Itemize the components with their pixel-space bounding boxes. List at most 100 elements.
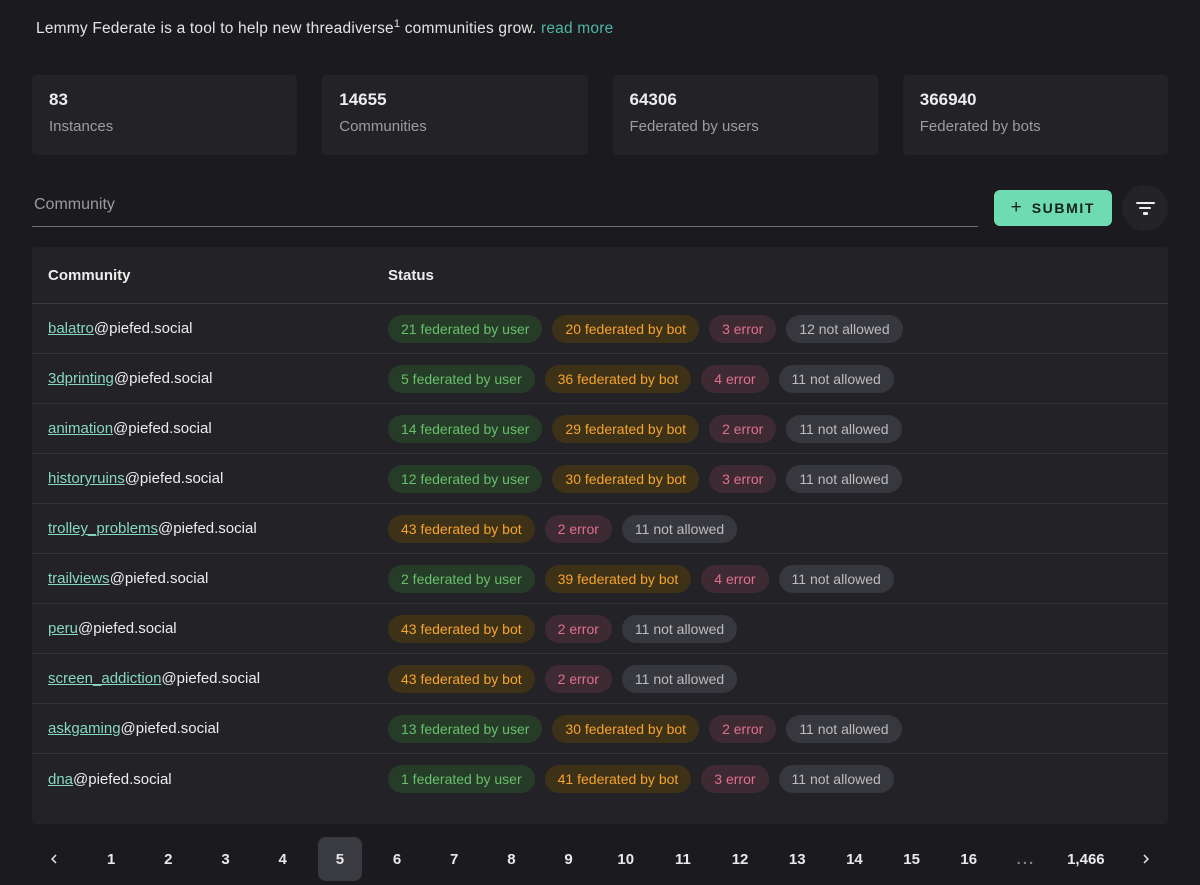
page-button[interactable]: 16: [947, 837, 991, 881]
status-badges: 14 federated by user29 federated by bot2…: [388, 415, 1152, 443]
table-row: screen_addiction@piefed.social43 federat…: [32, 654, 1168, 704]
status-badge-na: 11 not allowed: [779, 365, 894, 393]
status-badge-error: 3 error: [701, 765, 768, 793]
community-cell: historyruins@piefed.social: [48, 470, 388, 487]
status-badge-na: 11 not allowed: [622, 665, 737, 693]
community-cell: dna@piefed.social: [48, 771, 388, 788]
community-domain: @piefed.social: [121, 720, 220, 737]
community-search-input[interactable]: [32, 190, 978, 227]
status-badge-bot: 43 federated by bot: [388, 615, 535, 643]
community-cell: 3dprinting@piefed.social: [48, 370, 388, 387]
table-row: peru@piefed.social43 federated by bot 2 e…: [32, 604, 1168, 654]
intro-after: communities grow.: [400, 20, 541, 37]
stat-label: Communities: [339, 118, 570, 135]
page-button[interactable]: 10: [604, 837, 648, 881]
community-link[interactable]: animation: [48, 420, 113, 437]
stat-value: 64306: [630, 90, 861, 110]
page-button[interactable]: 9: [547, 837, 591, 881]
stat-label: Federated by bots: [920, 118, 1151, 135]
last-page-button[interactable]: 1,466: [1061, 837, 1111, 881]
community-cell: peru@piefed.social: [48, 620, 388, 637]
stat-value: 366940: [920, 90, 1151, 110]
status-badge-error: 2 error: [709, 415, 776, 443]
stat-label: Instances: [49, 118, 280, 135]
community-cell: screen_addiction@piefed.social: [48, 670, 388, 687]
intro-before: Lemmy Federate is a tool to help new thr…: [36, 20, 394, 37]
page-button[interactable]: 6: [375, 837, 419, 881]
status-badge-bot: 43 federated by bot: [388, 515, 535, 543]
status-badges: 1 federated by user41 federated by bot3 …: [388, 765, 1152, 793]
status-badges: 43 federated by bot 2 error 11 not allowed: [388, 515, 1152, 543]
page-button[interactable]: 3: [204, 837, 248, 881]
status-badge-na: 11 not allowed: [779, 765, 894, 793]
table-row: askgaming@piefed.social13 federated by u…: [32, 704, 1168, 754]
community-link[interactable]: peru: [48, 620, 78, 637]
community-link[interactable]: dna: [48, 771, 73, 788]
status-badge-na: 12 not allowed: [786, 315, 902, 343]
status-badge-user: 12 federated by user: [388, 465, 542, 493]
stat-value: 83: [49, 90, 280, 110]
page-button[interactable]: 5: [318, 837, 362, 881]
community-cell: animation@piefed.social: [48, 420, 388, 437]
filter-bar: + SUBMIT: [32, 185, 1168, 231]
stats-row: 83 Instances 14655 Communities 64306 Fed…: [32, 75, 1168, 155]
community-link[interactable]: trailviews: [48, 570, 110, 587]
community-link[interactable]: askgaming: [48, 720, 121, 737]
community-domain: @piefed.social: [114, 370, 213, 387]
read-more-link[interactable]: read more: [541, 20, 613, 37]
status-badge-na: 11 not allowed: [786, 415, 901, 443]
status-badge-error: 2 error: [545, 515, 612, 543]
status-badge-bot: 36 federated by bot: [545, 365, 692, 393]
status-badges: 2 federated by user 39 federated by bot 4 …: [388, 565, 1152, 593]
status-badge-bot: 43 federated by bot: [388, 665, 535, 693]
previous-page-button[interactable]: [32, 837, 76, 881]
page-button[interactable]: 4: [261, 837, 305, 881]
page: Lemmy Federate is a tool to help new thr…: [0, 0, 1200, 881]
page-button[interactable]: 2: [146, 837, 190, 881]
status-badge-error: 4 error: [701, 565, 768, 593]
stat-card-communities: 14655 Communities: [322, 75, 587, 155]
status-badge-na: 11 not allowed: [622, 515, 737, 543]
page-button[interactable]: 7: [432, 837, 476, 881]
submit-button-label: SUBMIT: [1032, 200, 1095, 216]
column-header-community: Community: [48, 267, 388, 284]
community-domain: @piefed.social: [73, 771, 172, 788]
status-badge-error: 4 error: [701, 365, 768, 393]
table-row: historyruins@piefed.social12 federated b…: [32, 454, 1168, 504]
status-badge-error: 2 error: [545, 615, 612, 643]
stat-card-instances: 83 Instances: [32, 75, 297, 155]
community-cell: trailviews@piefed.social: [48, 570, 388, 587]
table-row: animation@piefed.social14 federated by u…: [32, 404, 1168, 454]
community-link[interactable]: 3dprinting: [48, 370, 114, 387]
community-link[interactable]: screen_addiction: [48, 670, 161, 687]
submit-button[interactable]: + SUBMIT: [994, 190, 1112, 226]
filter-button[interactable]: [1122, 185, 1168, 231]
status-badge-bot: 20 federated by bot: [552, 315, 699, 343]
status-badge-error: 2 error: [545, 665, 612, 693]
community-domain: @piefed.social: [94, 320, 193, 337]
pagination: 12345678910111213141516...1,466: [32, 837, 1168, 881]
status-badge-bot: 29 federated by bot: [552, 415, 699, 443]
page-button[interactable]: 1: [89, 837, 133, 881]
next-page-button[interactable]: [1124, 837, 1168, 881]
page-button[interactable]: 11: [661, 837, 705, 881]
community-domain: @piefed.social: [110, 570, 209, 587]
page-button[interactable]: 15: [890, 837, 934, 881]
page-button[interactable]: 8: [489, 837, 533, 881]
community-cell: askgaming@piefed.social: [48, 720, 388, 737]
community-domain: @piefed.social: [125, 470, 224, 487]
page-button[interactable]: 13: [775, 837, 819, 881]
community-cell: balatro@piefed.social: [48, 320, 388, 337]
status-badge-na: 11 not allowed: [786, 715, 901, 743]
community-link[interactable]: trolley_problems: [48, 520, 158, 537]
table-row: trolley_problems@piefed.social43 federat…: [32, 504, 1168, 554]
status-badge-bot: 39 federated by bot: [545, 565, 692, 593]
column-header-status: Status: [388, 267, 1152, 284]
page-button[interactable]: 12: [718, 837, 762, 881]
status-badges: 21 federated by user20 federated by bot3…: [388, 315, 1152, 343]
community-link[interactable]: historyruins: [48, 470, 125, 487]
table-header: Community Status: [32, 247, 1168, 304]
page-button[interactable]: 14: [832, 837, 876, 881]
community-link[interactable]: balatro: [48, 320, 94, 337]
status-badge-user: 2 federated by user: [388, 565, 535, 593]
